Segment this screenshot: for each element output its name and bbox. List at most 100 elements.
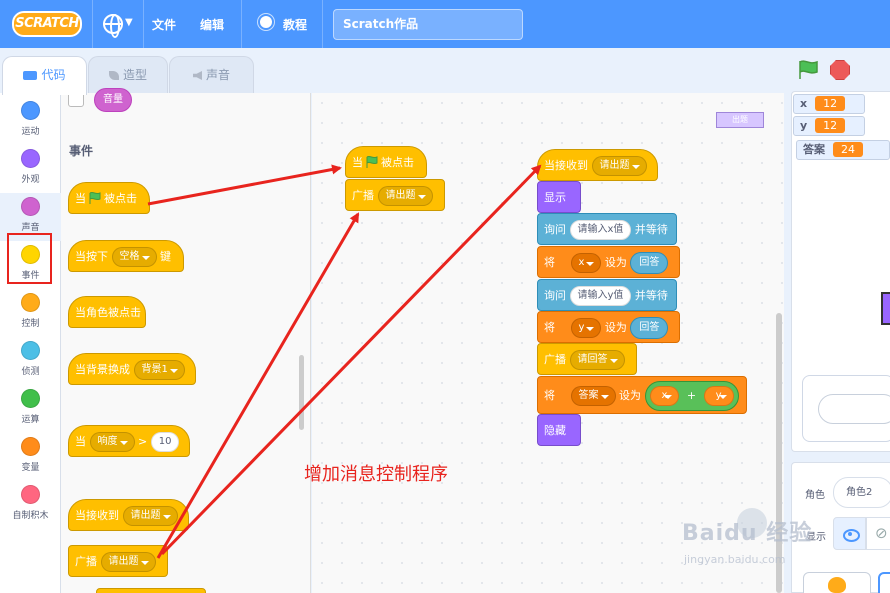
script-set-x[interactable]: 将 x 设为 回答 bbox=[537, 246, 680, 278]
message-dropdown[interactable]: 请出题 bbox=[100, 552, 156, 572]
question-input[interactable]: 请输入x值 bbox=[569, 220, 632, 240]
green-flag-icon bbox=[366, 156, 378, 168]
menu-bar: SCRATCH ▼ 文件 编辑 教程 Scratch作品 bbox=[0, 0, 890, 48]
category-label: 变量 bbox=[21, 463, 40, 473]
script-when-flag-clicked[interactable]: 当 被点击 bbox=[345, 146, 427, 178]
tab-sounds[interactable]: 声音 bbox=[169, 56, 254, 94]
sprite-name-field[interactable]: 角色2 bbox=[833, 477, 890, 508]
stop-icon[interactable] bbox=[830, 60, 850, 80]
category-label: 运算 bbox=[21, 415, 40, 425]
block-text: > bbox=[138, 435, 148, 448]
palette-when-flag-clicked[interactable]: 当 被点击 bbox=[68, 182, 150, 214]
block-text: 键 bbox=[160, 250, 171, 263]
variable-dropdown[interactable]: x bbox=[570, 253, 602, 273]
palette-when-backdrop-switches[interactable]: 当背景换成 背景1 bbox=[68, 353, 196, 385]
palette-when-greater-than[interactable]: 当 响度 > 10 bbox=[68, 425, 190, 457]
category-motion[interactable]: 运动 bbox=[0, 97, 61, 145]
script-ask-y[interactable]: 询问 请输入y值 并等待 bbox=[537, 279, 677, 311]
scratch-logo[interactable]: SCRATCH bbox=[12, 11, 82, 37]
category-variables[interactable]: 变量 bbox=[0, 433, 61, 481]
answer-reporter[interactable]: 回答 bbox=[630, 317, 669, 339]
palette-broadcast[interactable]: 广播 请出题 bbox=[68, 545, 168, 577]
palette-scrollbar[interactable] bbox=[299, 355, 304, 430]
category-my-blocks[interactable]: 自制积木 bbox=[0, 481, 61, 529]
block-text: 询问 bbox=[544, 223, 566, 236]
block-text: 将 bbox=[544, 321, 555, 334]
ask-answer-input[interactable] bbox=[818, 394, 890, 424]
y-reporter[interactable]: y bbox=[703, 386, 734, 406]
message-dropdown[interactable]: 请回答 bbox=[569, 350, 625, 370]
globe-icon[interactable] bbox=[103, 14, 123, 38]
menu-file[interactable]: 文件 bbox=[152, 16, 176, 33]
workspace-scrollbar[interactable] bbox=[776, 313, 782, 593]
sprite-on-stage[interactable] bbox=[881, 292, 890, 325]
script-set-y[interactable]: 将 y 设为 回答 bbox=[537, 311, 680, 343]
brush-icon bbox=[108, 71, 119, 80]
palette-broadcast-and-wait[interactable] bbox=[96, 588, 206, 593]
message-dropdown[interactable]: 请出题 bbox=[591, 156, 647, 176]
block-text: 当 bbox=[75, 435, 86, 448]
answer-reporter[interactable]: 回答 bbox=[630, 252, 669, 274]
block-text: 当接收到 bbox=[75, 509, 119, 522]
lightbulb-icon[interactable] bbox=[260, 16, 272, 28]
volume-reporter[interactable]: 音量 bbox=[94, 88, 132, 112]
block-text: 设为 bbox=[604, 321, 627, 334]
menu-edit[interactable]: 编辑 bbox=[200, 16, 224, 33]
block-text: 广播 bbox=[352, 189, 374, 202]
palette-section-title: 事件 bbox=[69, 144, 94, 158]
block-text: 当按下 bbox=[75, 250, 108, 263]
category-operators[interactable]: 运算 bbox=[0, 385, 61, 433]
sprite-thumbnail-selected[interactable] bbox=[878, 572, 890, 593]
script-ask-x[interactable]: 询问 请输入x值 并等待 bbox=[537, 213, 677, 245]
message-dropdown[interactable]: 请出题 bbox=[377, 186, 433, 206]
block-text: 并等待 bbox=[634, 289, 668, 302]
palette-when-i-receive[interactable]: 当接收到 请出题 bbox=[68, 499, 189, 531]
tab-code[interactable]: 代码 bbox=[2, 56, 87, 95]
variable-dropdown[interactable]: y bbox=[570, 318, 602, 338]
script-hide[interactable]: 隐藏 bbox=[537, 414, 581, 446]
project-title-input[interactable]: Scratch作品 bbox=[333, 9, 523, 40]
menu-tutorials[interactable]: 教程 bbox=[283, 16, 307, 33]
category-sensing[interactable]: 侦测 bbox=[0, 337, 61, 385]
block-text: 将 bbox=[544, 389, 555, 402]
hide-sprite-eye-off-icon[interactable]: ⊘ bbox=[866, 517, 890, 550]
block-text: 询问 bbox=[544, 289, 566, 302]
sensing-dot-icon bbox=[21, 341, 40, 360]
x-reporter[interactable]: x bbox=[649, 386, 680, 406]
question-input[interactable]: 请输入y值 bbox=[569, 286, 632, 306]
block-text: 当 bbox=[75, 192, 86, 205]
motion-dot-icon bbox=[21, 101, 40, 120]
palette-when-sprite-clicked[interactable]: 当角色被点击 bbox=[68, 296, 146, 328]
backdrop-dropdown[interactable]: 背景1 bbox=[133, 360, 185, 380]
threshold-input[interactable]: 10 bbox=[150, 432, 180, 452]
my-blocks-dot-icon bbox=[21, 485, 40, 504]
block-text: 当 bbox=[352, 156, 363, 169]
monitor-value: 12 bbox=[815, 96, 846, 111]
sprite-label: 角色 bbox=[805, 490, 825, 501]
script-when-i-receive[interactable]: 当接收到 请出题 bbox=[537, 149, 658, 181]
monitor-label: x bbox=[800, 97, 808, 110]
message-dropdown[interactable]: 请出题 bbox=[122, 506, 178, 526]
cat-sprite-icon bbox=[828, 577, 846, 593]
key-dropdown[interactable]: 空格 bbox=[111, 247, 157, 267]
category-looks[interactable]: 外观 bbox=[0, 145, 61, 193]
script-set-answer[interactable]: 将 答案 设为 x + y bbox=[537, 376, 747, 414]
block-text: 广播 bbox=[544, 353, 566, 366]
add-operator[interactable]: x + y bbox=[644, 381, 739, 411]
menu-divider bbox=[92, 0, 93, 48]
workspace-mini-button[interactable]: 出题 bbox=[716, 112, 764, 128]
palette-when-key-pressed[interactable]: 当按下 空格 键 bbox=[68, 240, 184, 272]
show-sprite-eye-icon[interactable] bbox=[833, 517, 866, 550]
script-broadcast[interactable]: 广播 请出题 bbox=[345, 179, 445, 211]
sensor-dropdown[interactable]: 响度 bbox=[89, 432, 135, 452]
category-control[interactable]: 控制 bbox=[0, 289, 61, 337]
chevron-down-icon[interactable]: ▼ bbox=[125, 17, 133, 28]
block-text: 将 bbox=[544, 256, 555, 269]
green-flag-icon[interactable] bbox=[797, 60, 819, 80]
script-show[interactable]: 显示 bbox=[537, 181, 581, 213]
block-text: 被点击 bbox=[381, 156, 414, 169]
variable-dropdown[interactable]: 答案 bbox=[570, 386, 616, 406]
script-broadcast-answer[interactable]: 广播 请回答 bbox=[537, 343, 637, 375]
plus-sign: + bbox=[686, 389, 697, 402]
category-label: 自制积木 bbox=[12, 511, 49, 521]
